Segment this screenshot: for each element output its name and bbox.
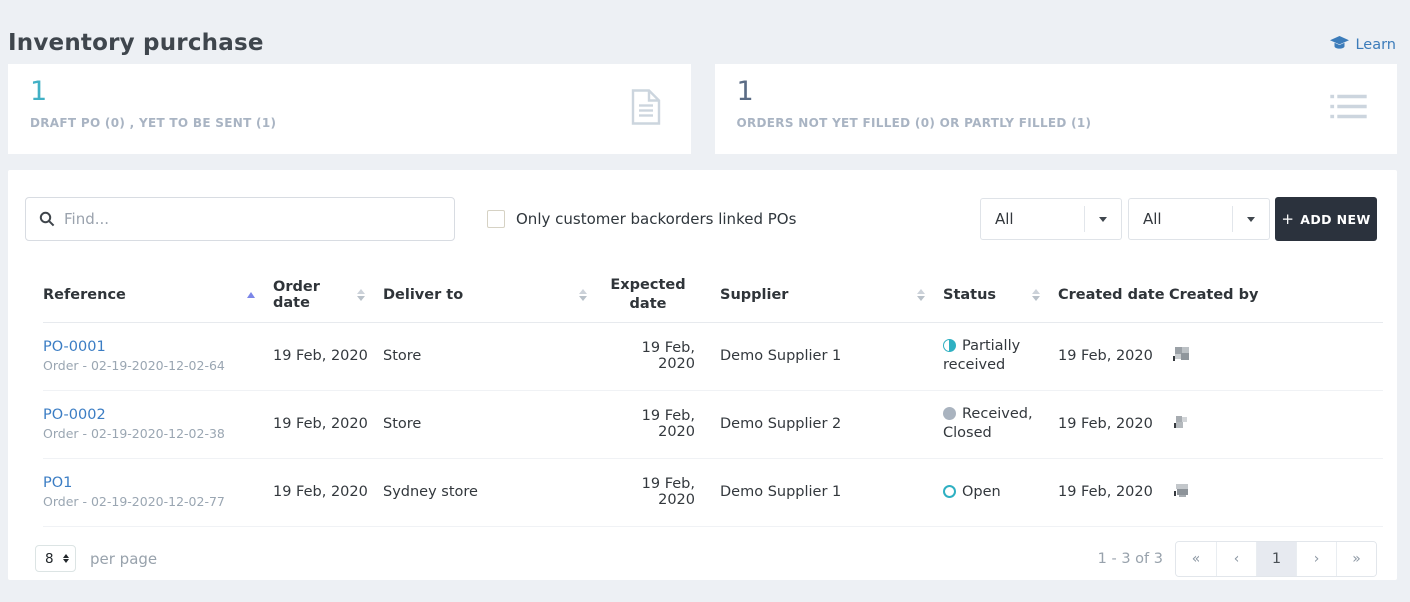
avatar (1169, 480, 1195, 504)
per-page-value: 8 (45, 550, 54, 567)
po-reference-link[interactable]: PO-0002 (43, 407, 106, 423)
filter-dropdown-2[interactable]: All (1128, 198, 1270, 240)
column-header-supplier[interactable]: Supplier (695, 268, 943, 323)
order-reference-sub: Order - 02-19-2020-12-02-64 (43, 358, 225, 373)
expected-date-cell: 19 Feb, 2020 (605, 390, 695, 459)
status-partially-received-icon (943, 339, 956, 352)
status-cell: Received, Closed (943, 390, 1058, 459)
order-date-cell: 19 Feb, 2020 (273, 322, 383, 391)
avatar (1169, 344, 1195, 368)
status-badge: Open (962, 483, 1001, 500)
column-header-status[interactable]: Status (943, 268, 1058, 323)
purchase-orders-panel: Only customer backorders linked POs All … (8, 170, 1397, 580)
expected-date-cell: 19 Feb, 2020 (605, 458, 695, 527)
table-footer: 8 per page 1 - 3 of 3 « ‹ 1 › » (8, 540, 1397, 577)
status-cell: Open (943, 458, 1058, 527)
po-reference-link[interactable]: PO1 (43, 475, 72, 491)
document-icon (631, 89, 661, 130)
previous-page-button[interactable]: ‹ (1216, 541, 1256, 576)
status-cell: Partially received (943, 322, 1058, 391)
pagination: « ‹ 1 › » (1175, 540, 1377, 577)
chevron-down-icon (1233, 216, 1269, 222)
po-reference-link[interactable]: PO-0001 (43, 339, 106, 355)
plus-icon: + (1281, 209, 1295, 228)
column-header-created-date: Created date (1058, 268, 1169, 323)
column-header-created-by: Created by (1169, 268, 1383, 323)
add-new-label: ADD NEW (1300, 211, 1371, 227)
search-input[interactable] (25, 197, 455, 241)
filter-dropdown-2-value: All (1143, 210, 1162, 228)
list-icon (1330, 94, 1367, 125)
avatar (1169, 412, 1195, 436)
status-received-closed-icon (943, 407, 956, 420)
sort-icon (917, 288, 925, 301)
next-page-button[interactable]: › (1296, 541, 1336, 576)
chevron-down-icon (1085, 216, 1121, 222)
table-header-row: Reference Order date Deliver to Expected… (43, 268, 1383, 323)
order-reference-sub: Order - 02-19-2020-12-02-77 (43, 494, 225, 509)
draft-po-label: DRAFT PO (0) , YET TO BE SENT (1) (30, 116, 277, 130)
status-open-icon (943, 484, 956, 498)
per-page-label: per page (90, 549, 158, 568)
backorders-checkbox-label: Only customer backorders linked POs (516, 210, 797, 228)
table-row: PO1 Order - 02-19-2020-12-02-77 19 Feb, … (43, 458, 1383, 527)
add-new-button[interactable]: + ADD NEW (1275, 197, 1377, 241)
column-header-deliver-to[interactable]: Deliver to (383, 268, 605, 323)
first-page-button[interactable]: « (1176, 541, 1216, 576)
sort-icon (1032, 288, 1040, 301)
order-date-cell: 19 Feb, 2020 (273, 390, 383, 459)
created-date-cell: 19 Feb, 2020 (1058, 322, 1169, 391)
expected-date-cell: 19 Feb, 2020 (605, 322, 695, 391)
sort-ascending-icon (247, 291, 255, 298)
inventory-purchase-page: Inventory purchase Learn 1 DRAFT PO (0) … (0, 0, 1410, 580)
order-date-cell: 19 Feb, 2020 (273, 458, 383, 527)
reference-cell: PO-0002 Order - 02-19-2020-12-02-38 (43, 390, 273, 459)
search-icon (39, 211, 55, 231)
backorders-checkbox[interactable] (487, 210, 505, 228)
deliver-to-cell: Sydney store (383, 458, 605, 527)
column-header-expected-date[interactable]: Expected date (605, 268, 695, 323)
reference-cell: PO1 Order - 02-19-2020-12-02-77 (43, 458, 273, 527)
results-range-label: 1 - 3 of 3 (1097, 550, 1163, 567)
deliver-to-cell: Store (383, 390, 605, 459)
toolbar: Only customer backorders linked POs All … (8, 170, 1397, 241)
created-by-cell (1169, 322, 1383, 391)
orders-not-filled-label: ORDERS NOT YET FILLED (0) OR PARTLY FILL… (736, 116, 1092, 130)
reference-cell: PO-0001 Order - 02-19-2020-12-02-64 (43, 322, 273, 391)
sort-icon (579, 288, 587, 301)
summary-cards: 1 DRAFT PO (0) , YET TO BE SENT (1) 1 OR… (8, 64, 1397, 154)
column-header-order-date[interactable]: Order date (273, 268, 383, 323)
page-title: Inventory purchase (8, 30, 264, 56)
draft-po-count: 1 (30, 76, 48, 107)
supplier-cell: Demo Supplier 1 (695, 458, 943, 527)
spinner-arrows-icon (63, 554, 69, 563)
page-number-button[interactable]: 1 (1256, 541, 1296, 576)
learn-label: Learn (1355, 37, 1396, 53)
order-reference-sub: Order - 02-19-2020-12-02-38 (43, 426, 225, 441)
search-box (25, 197, 455, 241)
created-date-cell: 19 Feb, 2020 (1058, 458, 1169, 527)
deliver-to-cell: Store (383, 322, 605, 391)
page-header: Inventory purchase Learn (0, 0, 1410, 56)
created-date-cell: 19 Feb, 2020 (1058, 390, 1169, 459)
learn-graduation-cap-icon (1330, 36, 1350, 54)
column-header-reference[interactable]: Reference (43, 268, 273, 323)
summary-card-draft-po[interactable]: 1 DRAFT PO (0) , YET TO BE SENT (1) (8, 64, 691, 154)
orders-not-filled-count: 1 (736, 76, 754, 107)
purchase-orders-table: Reference Order date Deliver to Expected… (43, 268, 1383, 527)
per-page-select[interactable]: 8 (35, 545, 76, 572)
table-row: PO-0001 Order - 02-19-2020-12-02-64 19 F… (43, 322, 1383, 391)
sort-icon (357, 288, 365, 301)
created-by-cell (1169, 458, 1383, 527)
learn-link[interactable]: Learn (1330, 36, 1396, 56)
filter-dropdown-1-value: All (995, 210, 1014, 228)
supplier-cell: Demo Supplier 2 (695, 390, 943, 459)
created-by-cell (1169, 390, 1383, 459)
last-page-button[interactable]: » (1336, 541, 1376, 576)
filter-dropdown-1[interactable]: All (980, 198, 1122, 240)
table-row: PO-0002 Order - 02-19-2020-12-02-38 19 F… (43, 390, 1383, 459)
status-badge: Received, Closed (943, 406, 1033, 441)
supplier-cell: Demo Supplier 1 (695, 322, 943, 391)
summary-card-orders-not-filled[interactable]: 1 ORDERS NOT YET FILLED (0) OR PARTLY FI… (714, 64, 1397, 154)
